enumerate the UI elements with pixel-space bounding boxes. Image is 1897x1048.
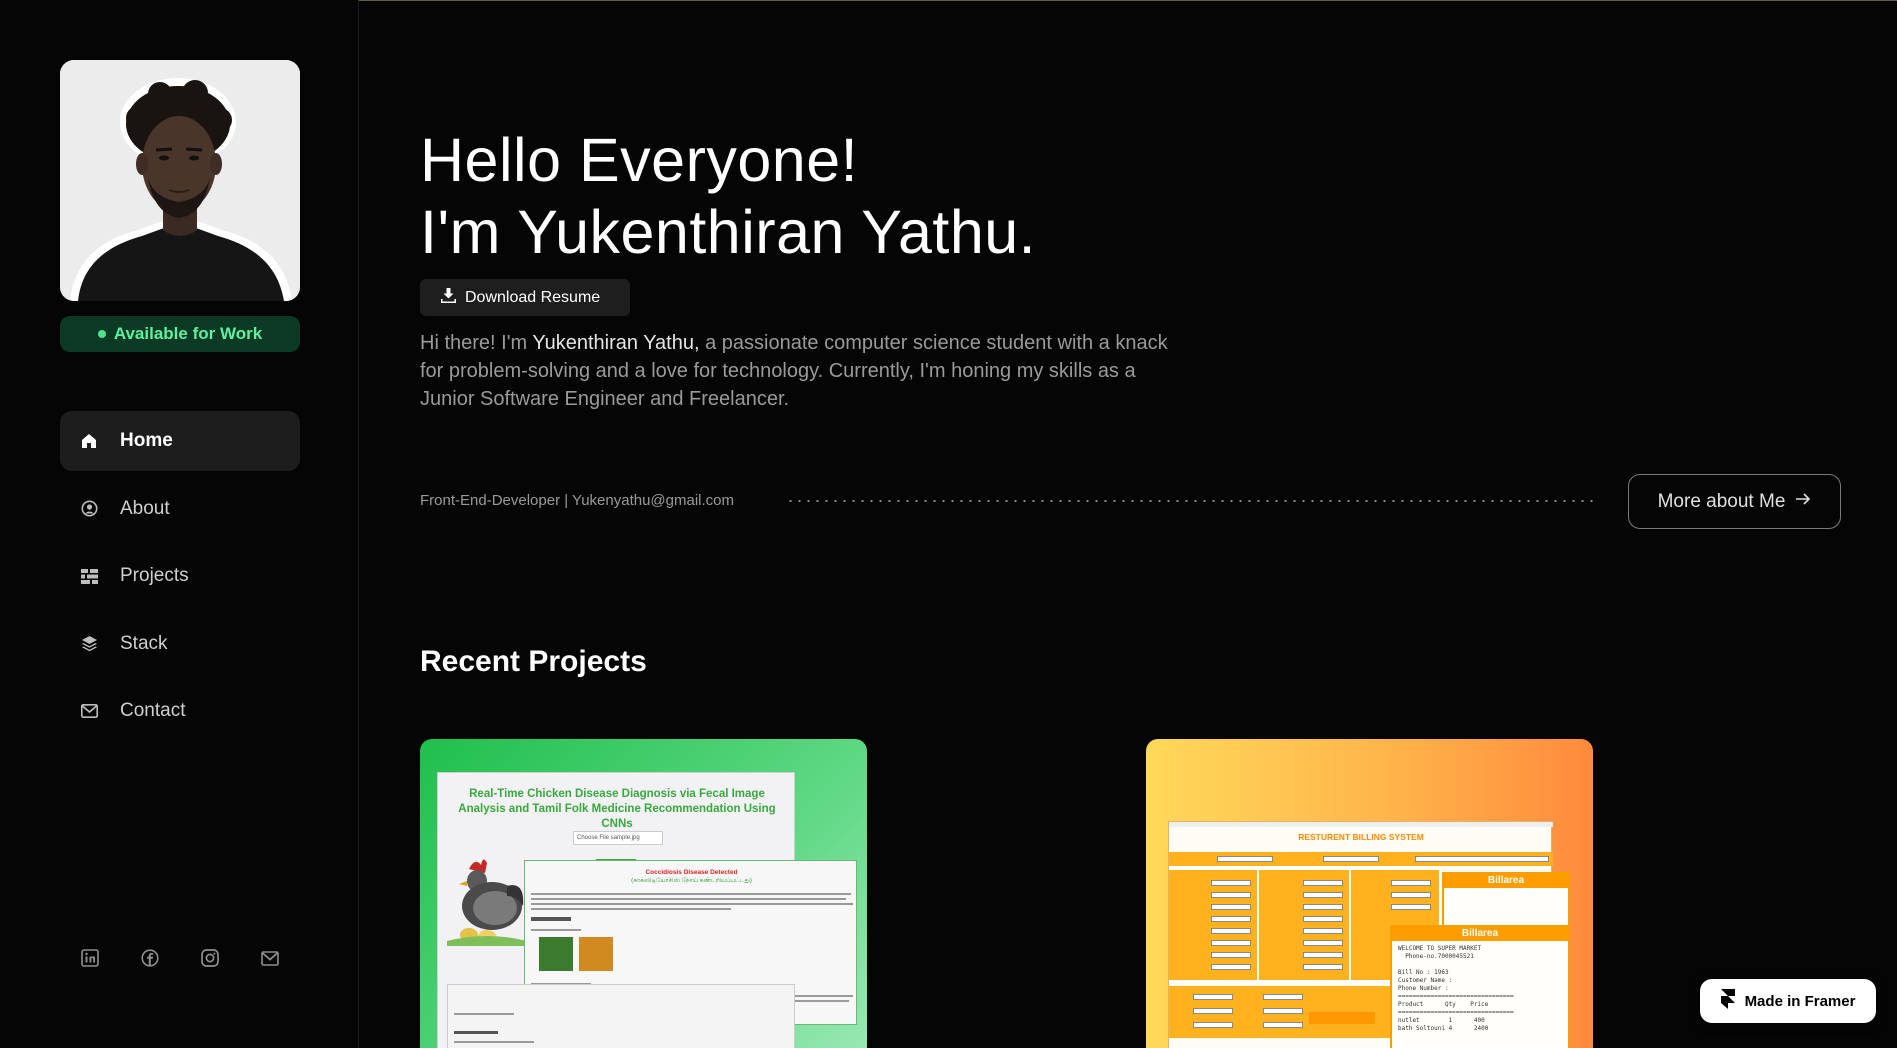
project-card-chicken-disease[interactable]: Real-Time Chicken Disease Diagnosis via … xyxy=(420,739,867,1048)
nav-label: Stack xyxy=(120,632,168,654)
hero-heading: Hello Everyone! I'm Yukenthiran Yathu. xyxy=(420,124,1036,268)
project-screenshot-title: Real-Time Chicken Disease Diagnosis via … xyxy=(458,788,776,830)
nav-item-contact[interactable]: Contact xyxy=(60,681,300,741)
bill-title: Billarea xyxy=(1392,927,1568,941)
leaf-thumbnail xyxy=(539,937,573,971)
hero-line-2: I'm Yukenthiran Yathu. xyxy=(420,198,1037,266)
home-icon xyxy=(80,432,98,450)
bill-receipt-text: WELCOME TO SUPER MARKET Phone-no.7000045… xyxy=(1398,945,1514,1032)
file-input-mock: Choose File sample.jpg xyxy=(573,831,663,845)
recent-projects-heading: Recent Projects xyxy=(420,645,647,678)
profile-photo xyxy=(60,60,300,301)
intro-paragraph: Hi there! I'm Yukenthiran Yathu, a passi… xyxy=(420,329,1180,413)
status-dot-icon xyxy=(97,330,106,338)
nav-label: Home xyxy=(120,430,173,451)
nav-label: About xyxy=(120,497,170,519)
hero-line-1: Hello Everyone! xyxy=(420,126,859,194)
nav-item-stack[interactable]: Stack xyxy=(60,614,300,674)
turmeric-thumbnail xyxy=(579,937,613,971)
availability-label: Available for Work xyxy=(113,324,263,343)
sidebar: Available for Work Home About Projects S… xyxy=(0,0,359,1048)
hen-illustration xyxy=(447,859,527,946)
avatar xyxy=(60,60,300,301)
social-links xyxy=(80,948,280,968)
instagram-icon[interactable] xyxy=(200,948,220,968)
user-circle-icon xyxy=(80,500,98,518)
role-email-text: Front-End-Developer | Yukenyathu@gmail.c… xyxy=(420,492,734,509)
download-resume-button[interactable]: Download Resume xyxy=(420,279,630,316)
arrow-right-icon xyxy=(1795,492,1811,511)
nav-item-about[interactable]: About xyxy=(60,479,300,539)
made-in-framer-label: Made in Framer xyxy=(1744,992,1856,1010)
grid-icon xyxy=(80,567,98,585)
intro-name: Yukenthiran Yathu, xyxy=(532,332,700,354)
framer-logo-icon xyxy=(1720,988,1735,1014)
bill-title: Billarea xyxy=(1444,874,1568,888)
diagnosis-tamil-label: (காக்ஸிடியோசிஸ் நோய் கண்டறியப்பட்டது) xyxy=(631,878,752,884)
nav-item-projects[interactable]: Projects xyxy=(60,546,300,606)
intro-text-before: Hi there! I'm xyxy=(420,332,533,354)
main-nav: Home About Projects Stack Contact xyxy=(60,411,300,749)
more-about-me-button[interactable]: More about Me xyxy=(1628,474,1841,529)
linkedin-icon[interactable] xyxy=(80,948,100,968)
email-icon[interactable] xyxy=(260,948,280,968)
download-resume-label: Download Resume xyxy=(465,288,601,306)
facebook-icon[interactable] xyxy=(140,948,160,968)
nav-label: Projects xyxy=(120,565,189,586)
dotted-divider xyxy=(786,500,1594,502)
layers-icon xyxy=(80,635,98,653)
project-card-billing-system[interactable]: RESTURENT BILLING SYSTEM Billarea Billar… xyxy=(1146,739,1593,1048)
download-icon xyxy=(440,287,457,309)
mail-icon xyxy=(80,702,98,720)
made-in-framer-badge[interactable]: Made in Framer xyxy=(1700,979,1876,1023)
billing-header: RESTURENT BILLING SYSTEM xyxy=(1298,832,1424,842)
meta-row: Front-End-Developer | Yukenyathu@gmail.c… xyxy=(420,474,1841,530)
diagnosis-label: Coccidiosis Disease Detected xyxy=(645,869,738,876)
bill-panel: Billarea WELCOME TO SUPER MARKET Phone-n… xyxy=(1390,925,1570,1048)
nav-item-home[interactable]: Home xyxy=(60,411,300,471)
secondary-screenshot xyxy=(447,984,795,1048)
nav-label: Contact xyxy=(120,700,186,721)
more-about-me-label: More about Me xyxy=(1657,490,1786,512)
availability-badge: Available for Work xyxy=(60,316,300,352)
